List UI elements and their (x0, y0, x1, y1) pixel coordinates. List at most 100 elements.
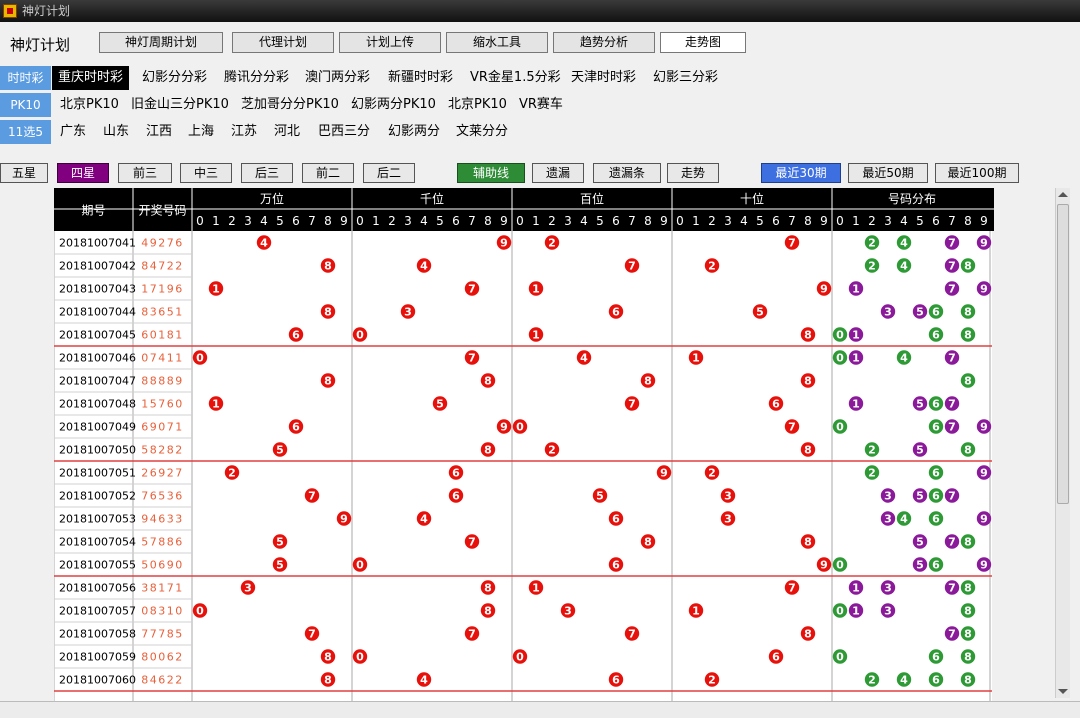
toolbar-button[interactable]: 走势图 (660, 32, 746, 53)
lottery-item[interactable]: 河北 (274, 120, 300, 144)
lottery-item[interactable]: 北京PK10 (448, 93, 507, 117)
number-ball: 0 (832, 649, 848, 664)
lottery-item[interactable]: 幻影两分PK10 (351, 93, 436, 117)
ball-digit: 6 (932, 421, 940, 434)
number-ball: 1 (848, 396, 864, 411)
number-ball: 8 (960, 603, 976, 618)
ball-digit: 8 (644, 536, 652, 549)
lottery-item[interactable]: 巴西三分 (318, 120, 370, 144)
digit-header: 5 (436, 214, 444, 228)
number-ball: 7 (304, 626, 320, 641)
vertical-scrollbar[interactable] (1055, 188, 1070, 698)
number-ball: 6 (928, 511, 944, 526)
digit-header: 4 (900, 214, 908, 228)
position-button[interactable]: 后三 (241, 163, 293, 183)
category-label[interactable]: 时时彩 (0, 66, 51, 90)
number-ball: 3 (400, 304, 416, 319)
period-button[interactable]: 最近30期 (761, 163, 841, 183)
ball-digit: 6 (292, 329, 300, 342)
ball-digit: 8 (484, 582, 492, 595)
toolbar-button[interactable]: 代理计划 (232, 32, 334, 53)
numbers-cell: 38171 (141, 582, 184, 595)
category-label[interactable]: 11选5 (0, 120, 51, 144)
ball-digit: 8 (964, 306, 972, 319)
category-label[interactable]: PK10 (0, 93, 51, 117)
number-ball: 5 (912, 442, 928, 457)
numbers-cell: 58282 (141, 444, 184, 457)
period-button[interactable]: 最近100期 (935, 163, 1019, 183)
lottery-item[interactable]: 幻影分分彩 (142, 66, 207, 90)
lottery-item[interactable]: 山东 (103, 120, 129, 144)
lottery-item[interactable]: 上海 (188, 120, 214, 144)
lottery-item[interactable]: 天津时时彩 (571, 66, 636, 90)
lottery-item[interactable]: 幻影三分彩 (653, 66, 718, 90)
position-button[interactable]: 中三 (180, 163, 232, 183)
number-ball: 4 (416, 258, 432, 273)
ball-digit: 7 (628, 398, 636, 411)
ball-digit: 0 (836, 329, 844, 342)
position-button[interactable]: 后二 (363, 163, 415, 183)
lottery-item[interactable]: 北京PK10 (60, 93, 119, 117)
digit-header: 6 (612, 214, 620, 228)
lottery-item[interactable]: VR金星1.5分彩 (470, 66, 561, 90)
scroll-down-icon[interactable] (1058, 689, 1068, 694)
lottery-item[interactable]: 新疆时时彩 (388, 66, 453, 90)
number-ball: 8 (960, 258, 976, 273)
ball-digit: 8 (324, 674, 332, 687)
lottery-item[interactable]: 芝加哥分分PK10 (241, 93, 339, 117)
digit-header: 5 (756, 214, 764, 228)
number-ball: 8 (800, 626, 816, 641)
lottery-item[interactable]: 江苏 (231, 120, 257, 144)
lottery-item[interactable]: 幻影两分 (388, 120, 440, 144)
ball-digit: 8 (324, 306, 332, 319)
lottery-item[interactable]: 广东 (60, 120, 86, 144)
issue-cell: 20181007041 (59, 237, 136, 250)
position-button[interactable]: 五星 (0, 163, 48, 183)
ball-digit: 7 (948, 536, 956, 549)
digit-header: 7 (788, 214, 796, 228)
ball-digit: 5 (276, 536, 284, 549)
toolbar-button[interactable]: 神灯周期计划 (99, 32, 223, 53)
digit-header: 1 (212, 214, 220, 228)
scroll-thumb[interactable] (1057, 204, 1069, 504)
number-ball: 2 (864, 442, 880, 457)
toolbar-button[interactable]: 趋势分析 (553, 32, 655, 53)
tool-button[interactable]: 遗漏条 (593, 163, 661, 183)
lottery-item[interactable]: 澳门两分彩 (305, 66, 370, 90)
digit-header: 8 (484, 214, 492, 228)
toolbar-button[interactable]: 计划上传 (339, 32, 441, 53)
lottery-item[interactable]: 旧金山三分PK10 (131, 93, 229, 117)
numbers-cell: 88889 (141, 375, 184, 388)
ball-digit: 7 (788, 237, 796, 250)
ball-digit: 7 (948, 283, 956, 296)
tool-button[interactable]: 走势 (667, 163, 719, 183)
ball-digit: 3 (884, 513, 892, 526)
number-ball: 6 (928, 465, 944, 480)
number-ball: 7 (304, 488, 320, 503)
tool-button[interactable]: 辅助线 (457, 163, 525, 183)
scroll-up-icon[interactable] (1058, 192, 1068, 197)
lottery-item[interactable]: 重庆时时彩 (52, 66, 130, 90)
lottery-item[interactable]: 文莱分分 (456, 120, 508, 144)
ball-digit: 7 (948, 582, 956, 595)
ball-digit: 8 (324, 375, 332, 388)
digit-header: 7 (308, 214, 316, 228)
lottery-item[interactable]: 江西 (146, 120, 172, 144)
position-button[interactable]: 前三 (118, 163, 172, 183)
ball-digit: 8 (644, 375, 652, 388)
numbers-cell: 57886 (141, 536, 184, 549)
toolbar-button[interactable]: 缩水工具 (446, 32, 548, 53)
ball-digit: 8 (964, 651, 972, 664)
number-ball: 0 (352, 649, 368, 664)
lottery-item[interactable]: VR赛车 (519, 93, 563, 117)
position-button[interactable]: 前二 (302, 163, 354, 183)
position-button[interactable]: 四星 (57, 163, 109, 183)
number-ball: 9 (976, 465, 992, 480)
ball-digit: 7 (948, 490, 956, 503)
ball-digit: 9 (980, 513, 988, 526)
tool-button[interactable]: 遗漏 (532, 163, 584, 183)
period-button[interactable]: 最近50期 (848, 163, 928, 183)
issue-cell: 20181007046 (59, 352, 136, 365)
ball-digit: 3 (884, 306, 892, 319)
lottery-item[interactable]: 腾讯分分彩 (224, 66, 289, 90)
